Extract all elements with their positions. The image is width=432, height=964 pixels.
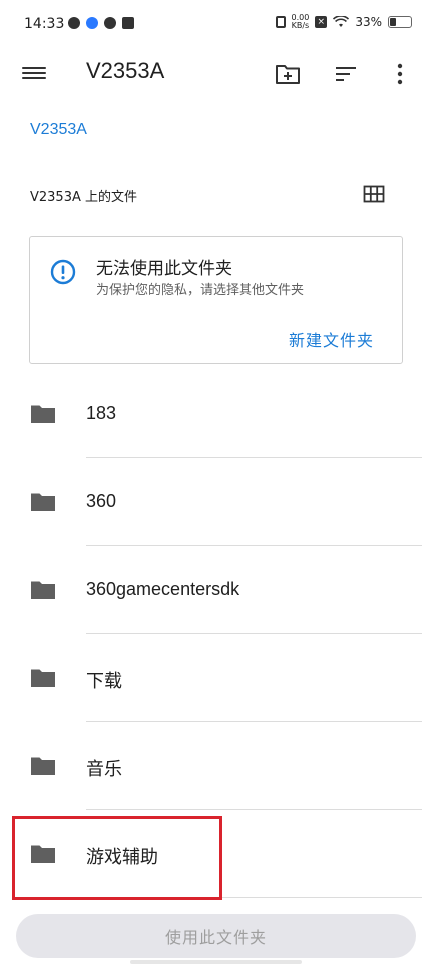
status-right: 0.00 KB/s × 33% [275,14,412,30]
folder-icon [31,669,55,687]
sort-icon[interactable] [332,60,360,88]
folder-name: 360gamecentersdk [86,579,240,599]
more-vert-icon[interactable] [386,60,414,88]
app-toolbar: V2353A [0,50,432,98]
folder-name: 183 [86,403,117,423]
battery-percent: 33% [355,15,382,29]
card-title: 无法使用此文件夹 [96,259,232,279]
sim-x-icon: × [315,16,328,28]
status-time: 14:33 [24,16,65,32]
status-bar: 14:33 0.00 KB/s × 33% [0,0,432,50]
app-notification-icon [122,17,134,29]
folder-name: 360 [86,491,117,511]
grid-view-icon[interactable] [363,185,385,203]
list-item[interactable]: 音乐 [0,722,432,810]
card-subtitle: 为保护您的隐私，请选择其他文件夹 [96,283,305,298]
page-title: V2353A [86,58,165,83]
folder-icon [31,581,55,599]
wifi-icon [333,16,350,27]
battery-level [390,18,396,26]
menu-icon[interactable] [22,64,46,84]
new-folder-button[interactable]: 新建文件夹 [289,327,374,351]
notification-icons [68,17,134,29]
net-speed-unit: KB/s [291,21,310,30]
new-folder-icon[interactable] [274,60,302,88]
battery-icon [388,16,412,28]
folder-name: 下载 [86,671,122,691]
info-icon [50,259,76,285]
vibrate-icon [275,16,286,28]
folder-icon [31,757,55,775]
folder-name: 音乐 [86,759,122,779]
app-notification-icon [68,17,80,29]
use-this-folder-button[interactable]: 使用此文件夹 [16,914,416,958]
paw-icon [86,17,98,29]
section-header: V2353A 上的文件 [30,190,138,205]
network-speed: 0.00 KB/s [292,14,310,30]
cannot-use-folder-card: 无法使用此文件夹 为保护您的隐私，请选择其他文件夹 新建文件夹 [29,236,403,364]
app-notification-icon [104,17,116,29]
folder-icon [31,493,55,511]
home-indicator[interactable] [130,960,302,964]
breadcrumb[interactable]: V2353A [30,121,87,139]
list-item[interactable]: 360 [0,458,432,546]
list-item[interactable]: 360gamecentersdk [0,546,432,634]
list-item[interactable]: 183 [0,370,432,458]
folder-icon [31,405,55,423]
highlight-box [12,816,222,900]
list-item[interactable]: 下载 [0,634,432,722]
bottom-bar: 使用此文件夹 [0,904,432,964]
